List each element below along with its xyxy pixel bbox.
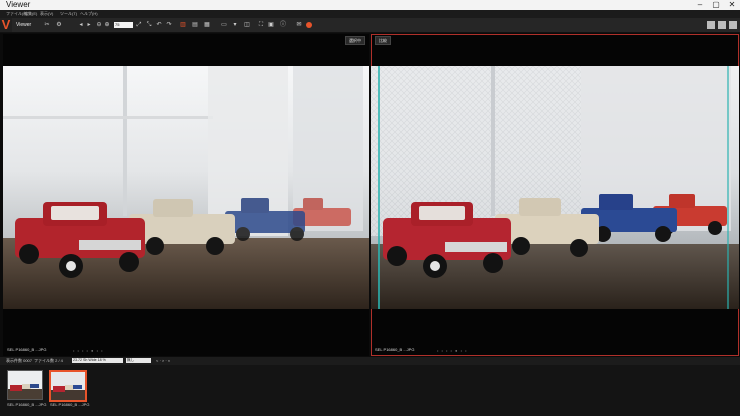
image-icon[interactable]: ▣ (268, 22, 274, 28)
app-logo-icon: V (0, 17, 12, 32)
info-icon[interactable]: ⓘ (280, 22, 286, 28)
menu-bar: ファイル(F) 編集(E) 表示(V) ツール(T) ヘルプ(H) (0, 10, 740, 18)
zoom-input[interactable]: 75 (114, 22, 133, 28)
right-photo (371, 66, 739, 309)
menu-edit[interactable]: 編集(E) (24, 10, 37, 18)
grid-view-icon[interactable]: ▦ (204, 22, 210, 28)
filmstrip: SEL P16860_B ...JPG SEL P16860_B ...JPG (0, 365, 740, 416)
menu-help[interactable]: ヘルプ(H) (80, 10, 98, 18)
list-layout-icon[interactable] (729, 21, 737, 29)
filter-icon[interactable]: ◫ (244, 22, 250, 28)
zoom-in-icon[interactable]: ⊕ (104, 22, 110, 28)
single-layout-icon[interactable] (718, 21, 726, 29)
left-file-name: SEL P16860_B ...JPG (7, 347, 47, 352)
tools-icon[interactable]: ✂ (44, 22, 50, 28)
window-title: Viewer (6, 0, 31, 9)
right-panel-tag[interactable]: 比較 (375, 36, 391, 45)
minimize-button[interactable]: – (692, 0, 708, 10)
status-bar: 表示件数 0007 ファイル数 2 / 4 23.72 Sh Wide 18 %… (0, 357, 740, 365)
fullscreen-icon[interactable]: ⛶ (258, 22, 264, 28)
thumbnail-2[interactable] (49, 370, 87, 402)
pager-controls[interactable]: < · > · × (156, 357, 170, 365)
dropdown-icon[interactable]: ▾ (232, 22, 238, 28)
fit-icon[interactable]: ⤢ (136, 22, 142, 28)
toolbar-title: Viewer (16, 22, 32, 28)
zoom-out-icon[interactable]: ⊖ (96, 22, 102, 28)
actual-size-icon[interactable]: ⤡ (146, 22, 152, 28)
notification-icon[interactable] (306, 22, 312, 28)
right-file-name: SEL P16860_B ...JPG (375, 347, 415, 352)
file-count: ファイル数 2 / 4 (34, 358, 63, 363)
left-panel-tag[interactable]: 選択中 (345, 36, 365, 45)
mail-icon[interactable]: ✉ (296, 22, 302, 28)
layout-icon[interactable]: ▭ (220, 22, 228, 28)
split-view-icon[interactable]: ▤ (192, 22, 198, 28)
left-page-dots[interactable]: • • • • ● • • (73, 348, 104, 353)
left-image-panel[interactable]: 選択中 SEL P16860_B ...JPG • • • • ● • • (3, 34, 369, 356)
toolbar: V Viewer ✂ ⚙ ◂ ▸ ⊖ ⊕ 75 ⤢ ⤡ ↶ ↷ ▥ ▤ ▦ ▭ … (0, 18, 740, 33)
menu-view[interactable]: 表示(V) (40, 10, 53, 18)
thumbnail-1-label: SEL P16860_B ...JPG (7, 402, 47, 407)
settings-icon[interactable]: ⚙ (56, 22, 62, 28)
thumbnail-1[interactable] (7, 370, 43, 400)
info-select[interactable]: 23.72 Sh Wide 18 % (72, 358, 123, 363)
compare-icon[interactable]: ▥ (180, 22, 186, 28)
thumbnail-2-label: SEL P16860_B ...JPG (50, 402, 90, 407)
maximize-button[interactable]: ▢ (708, 0, 724, 10)
rotate-right-icon[interactable]: ↷ (166, 22, 172, 28)
grid-layout-icon[interactable] (707, 21, 715, 29)
left-photo (3, 66, 369, 309)
display-count: 表示件数 0007 (6, 358, 33, 363)
title-bar: Viewer – ▢ ✕ (0, 0, 740, 10)
right-image-panel[interactable]: 比較 SEL P16860_B ...JPG • • • • ● • • (371, 34, 739, 356)
right-page-dots[interactable]: • • • • ● • • (437, 348, 468, 353)
back-icon[interactable]: ◂ (78, 22, 84, 28)
menu-tools[interactable]: ツール(T) (60, 10, 77, 18)
rotate-left-icon[interactable]: ↶ (156, 22, 162, 28)
option-select[interactable]: 無し (126, 358, 151, 363)
forward-icon[interactable]: ▸ (86, 22, 92, 28)
close-button[interactable]: ✕ (724, 0, 740, 10)
